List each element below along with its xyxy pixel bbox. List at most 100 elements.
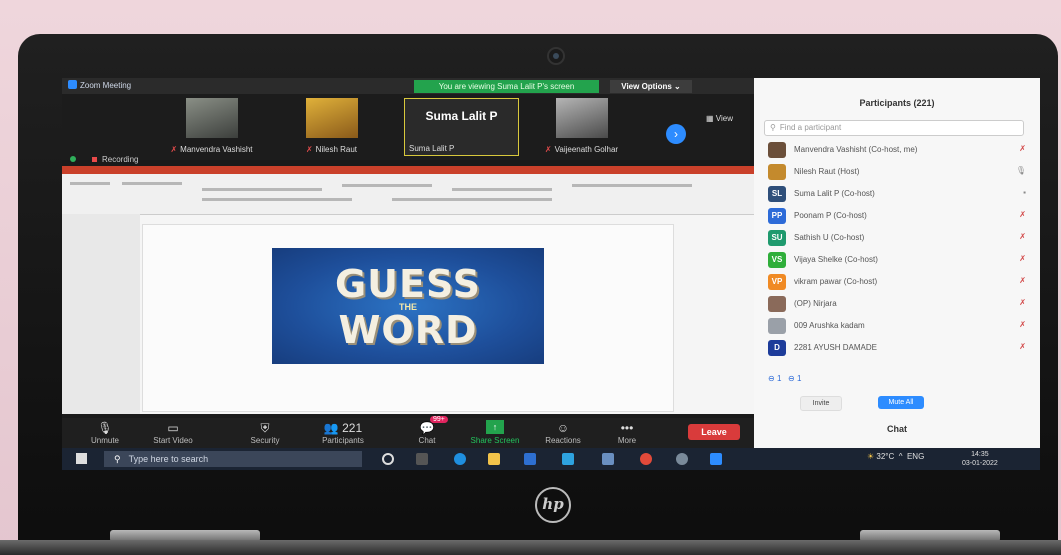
video-tile[interactable]: ✗ Nilesh Raut (274, 98, 389, 156)
mute-all-button[interactable]: Mute All (878, 396, 924, 409)
file-explorer-icon[interactable] (488, 453, 500, 465)
avatar: D (768, 340, 786, 356)
store-icon[interactable] (524, 453, 536, 465)
chat-icon: 💬 (419, 421, 435, 435)
start-video-button[interactable]: ▭ Start Video (138, 420, 208, 445)
participant-row[interactable]: 009 Arushka kadam ✗ (754, 316, 1040, 336)
mic-icon: 🎙 (1015, 166, 1026, 175)
clock[interactable]: 14:35 03-01-2022 (962, 450, 998, 468)
view-options-button[interactable]: View Options ⌄ (610, 80, 692, 93)
smile-icon: ☺ (556, 421, 570, 435)
muted-mic-icon: ✗ (1019, 342, 1026, 351)
participant-row[interactable]: Nilesh Raut (Host) 🎙 (754, 162, 1040, 182)
participant-name: Nilesh Raut (Host) (794, 167, 860, 176)
participants-panel: Participants (221) ⚲ Find a participant M… (754, 78, 1040, 448)
search-icon: ⚲ (770, 123, 776, 132)
cortana-icon[interactable] (382, 453, 394, 465)
avatar: VP (768, 274, 786, 290)
video-strip: ✗ Manvendra Vashisht ✗ Nilesh Raut Suma La… (62, 94, 754, 160)
sun-icon: ☀ (867, 452, 875, 461)
tile-name: Vaijeenath Golhar (554, 145, 619, 154)
chat-badge: 99+ (430, 416, 448, 423)
record-icon (92, 157, 97, 162)
participants-icon: 👥 (323, 421, 339, 435)
avatar: PP (768, 208, 786, 224)
invite-button[interactable]: Invite (800, 396, 842, 411)
participant-name: vikram pawar (Co-host) (794, 277, 878, 286)
muted-mic-icon: ✗ (170, 145, 178, 154)
shield-icon: ⛨ (260, 421, 270, 435)
leave-button[interactable]: Leave (688, 424, 740, 440)
muted-mic-icon: ✗ (1019, 276, 1026, 285)
meeting-toolbar: 🎙 Unmute ▭ Start Video ⛨ Security 👥 221 Part… (62, 416, 754, 448)
chrome-icon[interactable] (640, 453, 652, 465)
more-button[interactable]: ••• More (592, 420, 662, 445)
next-page-icon[interactable]: › (666, 124, 686, 144)
participant-name: 009 Arushka kadam (794, 321, 865, 330)
unmute-button[interactable]: 🎙 Unmute (70, 420, 140, 445)
chevron-up-icon[interactable]: ^ (899, 452, 903, 461)
app-icon[interactable] (602, 453, 614, 465)
more-icon: ••• (620, 421, 634, 435)
muted-mic-icon: ✗ (1019, 254, 1026, 263)
panel-footer: ⊖ 1 ⊖ 1 Invite Mute All (754, 368, 1040, 448)
find-participant-input[interactable]: ⚲ Find a participant (764, 120, 1024, 136)
weather-widget[interactable]: ☀ 32°C ^ ENG (867, 452, 924, 461)
participant-name: Manvendra Vashisht (Co-host, me) (794, 145, 918, 154)
app-icon[interactable] (562, 453, 574, 465)
avatar: SL (768, 186, 786, 202)
shield-icon (70, 156, 76, 162)
participants-button[interactable]: 👥 221 Participants (308, 420, 378, 445)
share-icon: ↑ (486, 420, 504, 434)
video-tile-active[interactable]: Suma Lalit P Suma Lalit P (404, 98, 519, 156)
participant-row[interactable]: VP vikram pawar (Co-host) ✗ (754, 272, 1040, 292)
webcam-icon (547, 47, 565, 65)
slide-thumbnails (62, 214, 140, 414)
task-view-icon[interactable] (416, 453, 428, 465)
taskbar-search[interactable]: ⚲ Type here to search (104, 451, 362, 467)
video-icon: ▭ (167, 421, 179, 435)
guess-the-word-graphic: GUESS THE WORD (272, 248, 544, 364)
avatar: SU (768, 230, 786, 246)
participant-video (186, 98, 238, 138)
laptop-base (0, 540, 1061, 555)
participant-row[interactable]: PP Poonam P (Co-host) ✗ (754, 206, 1040, 226)
muted-mic-icon: ✗ (1019, 298, 1026, 307)
participant-row[interactable]: Manvendra Vashisht (Co-host, me) ✗ (754, 140, 1040, 160)
app-icon[interactable] (676, 453, 688, 465)
zoom-main-area: Zoom Meeting You are viewing Suma Lalit … (62, 78, 754, 470)
participant-name: Poonam P (Co-host) (794, 211, 867, 220)
avatar (768, 164, 786, 180)
chat-button[interactable]: 💬 99+ Chat (392, 416, 462, 445)
muted-mic-icon: ✗ (1019, 232, 1026, 241)
participant-row[interactable]: D 2281 AYUSH DAMADE ✗ (754, 338, 1040, 358)
windows-start-icon[interactable] (76, 453, 87, 464)
participant-row[interactable]: SL Suma Lalit P (Co-host) ▪ (754, 184, 1040, 204)
reactions-button[interactable]: ☺ Reactions (528, 420, 598, 445)
laptop-screen: Zoom Meeting You are viewing Suma Lalit … (62, 78, 1040, 470)
chat-header[interactable]: Chat (754, 424, 1040, 434)
ppt-titlebar (62, 166, 754, 174)
participant-row[interactable]: SU Sathish U (Co-host) ✗ (754, 228, 1040, 248)
tile-name: Suma Lalit P (409, 144, 455, 153)
security-button[interactable]: ⛨ Security (230, 420, 300, 445)
tile-name: Nilesh Raut (315, 145, 358, 154)
window-title: Zoom Meeting (80, 81, 132, 90)
share-screen-button[interactable]: ↑ Share Screen (460, 420, 530, 445)
muted-mic-icon: ✗ (1019, 210, 1026, 219)
video-tile[interactable]: ✗ Vaijeenath Golhar (524, 98, 639, 156)
participants-title: Participants (221) (859, 98, 935, 108)
video-tile[interactable]: ✗ Manvendra Vashisht (154, 98, 269, 156)
viewing-banner: You are viewing Suma Lalit P's screen (414, 80, 599, 93)
participant-row[interactable]: VS Vijaya Shelke (Co-host) ✗ (754, 250, 1040, 270)
ppt-ribbon (62, 174, 754, 215)
system-tray: ☀ 32°C ^ ENG 14:35 03-01-2022 (754, 448, 1040, 470)
muted-mic-icon: ✗ (544, 145, 552, 154)
tile-name: Manvendra Vashisht (180, 145, 253, 154)
zoom-icon[interactable] (710, 453, 722, 465)
view-button[interactable]: ▦ View (706, 114, 733, 123)
nonverbal-counter: ⊖ 1 ⊖ 1 (768, 374, 802, 383)
edge-icon[interactable] (454, 453, 466, 465)
participant-row[interactable]: (OP) Nirjara ✗ (754, 294, 1040, 314)
participant-name: Sathish U (Co-host) (794, 233, 865, 242)
